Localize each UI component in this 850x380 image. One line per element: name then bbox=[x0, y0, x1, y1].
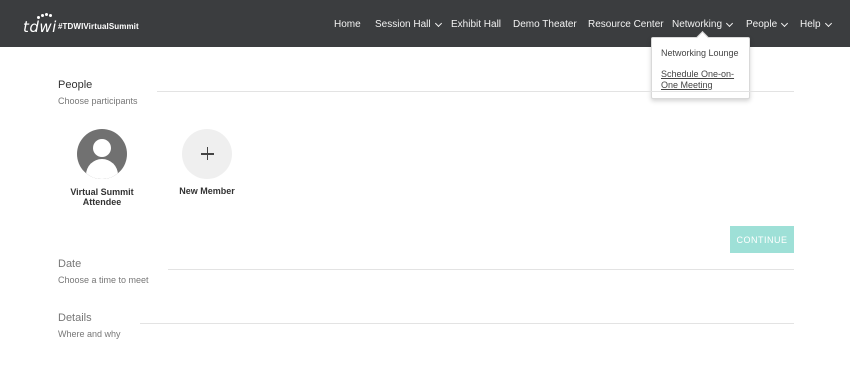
people-divider bbox=[157, 91, 794, 92]
nav-demo-theater-label: Demo Theater bbox=[513, 19, 577, 30]
chevron-down-icon bbox=[781, 19, 789, 27]
event-hashtag: #TDWIVirtualSummit bbox=[58, 22, 139, 31]
continue-button[interactable]: CONTINUE bbox=[730, 226, 794, 253]
chevron-down-icon bbox=[725, 19, 734, 27]
attendee-name: Virtual Summit Attendee bbox=[70, 187, 134, 207]
people-section-title: People bbox=[58, 79, 93, 91]
date-section-title: Date bbox=[58, 258, 82, 270]
date-divider bbox=[168, 269, 794, 270]
chevron-down-icon bbox=[824, 19, 832, 27]
add-member-button[interactable] bbox=[182, 129, 232, 179]
people-section-subtitle: Choose participants bbox=[58, 96, 138, 106]
nav-resource-center-label: Resource Center bbox=[588, 19, 664, 30]
menu-item-schedule-meeting[interactable]: Schedule One-on-One Meeting bbox=[661, 69, 746, 91]
avatar-head bbox=[93, 139, 111, 157]
details-divider bbox=[140, 323, 794, 324]
chevron-down-icon bbox=[434, 19, 442, 27]
nav-demo-theater[interactable]: Demo Theater bbox=[513, 19, 577, 30]
plus-icon-v bbox=[206, 147, 209, 161]
nav-help-label: Help bbox=[800, 19, 821, 30]
nav-exhibit-hall[interactable]: Exhibit Hall bbox=[451, 19, 501, 30]
logo-dots-icon bbox=[37, 13, 55, 19]
details-section-title: Details bbox=[58, 312, 92, 324]
nav-session-hall[interactable]: Session Hall bbox=[375, 19, 442, 30]
nav-people[interactable]: People bbox=[746, 19, 789, 30]
nav-exhibit-hall-label: Exhibit Hall bbox=[451, 19, 502, 30]
nav-home[interactable]: Home bbox=[334, 19, 361, 30]
tdwi-logo-mark: tdwi bbox=[23, 13, 57, 36]
user-avatar-icon[interactable] bbox=[77, 129, 127, 179]
details-section-subtitle: Where and why bbox=[58, 329, 121, 339]
menu-item-networking-lounge[interactable]: Networking Lounge bbox=[661, 48, 746, 59]
nav-home-label: Home bbox=[334, 19, 361, 30]
logo-wordmark: tdwi bbox=[23, 18, 57, 36]
date-section-subtitle: Choose a time to meet bbox=[58, 275, 149, 285]
nav-session-hall-label: Session Hall bbox=[375, 19, 431, 30]
nav-people-label: People bbox=[746, 19, 778, 30]
nav-resource-center[interactable]: Resource Center bbox=[588, 19, 664, 30]
nav-help[interactable]: Help bbox=[800, 19, 832, 30]
networking-dropdown-menu: Networking Lounge Schedule One-on-One Me… bbox=[651, 37, 750, 99]
avatar-body bbox=[86, 159, 118, 179]
tdwi-logo[interactable]: tdwi #TDWIVirtualSummit bbox=[23, 13, 139, 36]
nav-networking[interactable]: Networking bbox=[672, 19, 734, 30]
new-member-label: New Member bbox=[179, 186, 235, 196]
nav-networking-label: Networking bbox=[672, 19, 723, 30]
